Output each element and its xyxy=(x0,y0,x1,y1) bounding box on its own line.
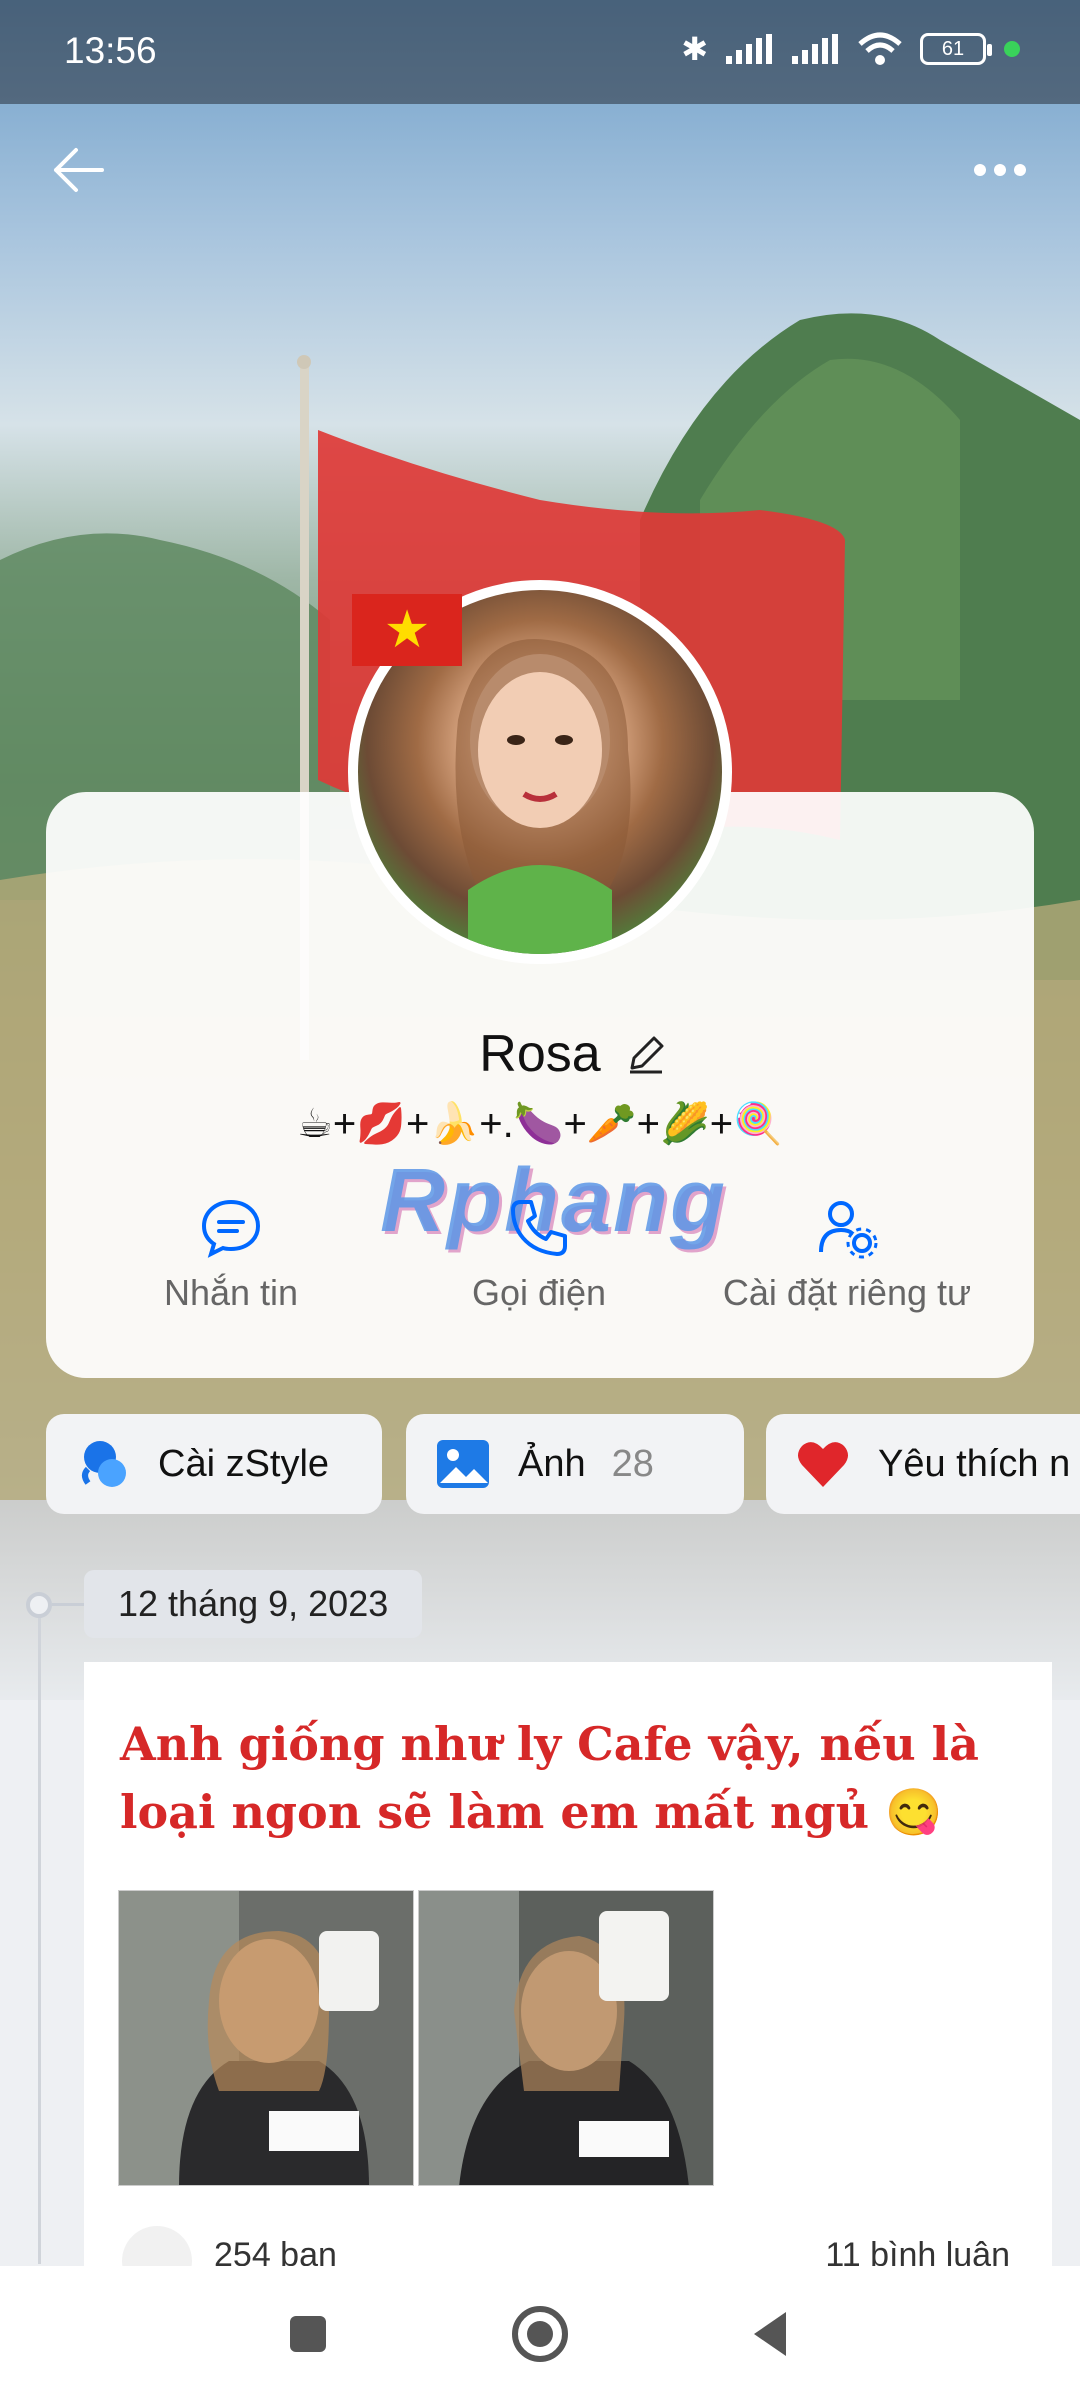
call-button[interactable]: Gọi điện xyxy=(374,1196,704,1314)
photos-chip[interactable]: Ảnh 28 xyxy=(406,1414,744,1514)
post-text: Anh giống như ly Cafe vậy, nếu là loại n… xyxy=(120,1717,979,1839)
favorites-chip[interactable]: Yêu thích n xyxy=(766,1414,1080,1514)
timeline-line xyxy=(38,1604,41,2264)
bluetooth-icon: ✱ xyxy=(681,31,708,67)
more-options-icon[interactable] xyxy=(970,150,1030,190)
timeline-node xyxy=(26,1592,52,1618)
user-settings-icon xyxy=(819,1201,878,1259)
status-icons: ✱ 61 xyxy=(681,30,1020,68)
status-time: 13:56 xyxy=(64,30,157,71)
photo-icon xyxy=(437,1440,489,1488)
zstyle-label: Cài zStyle xyxy=(158,1442,330,1485)
privacy-settings-button[interactable]: Cài đặt riêng tư xyxy=(682,1196,1012,1314)
status-bar: 13:56 ✱ 61 xyxy=(0,0,1080,104)
post-photo-2[interactable] xyxy=(418,1890,714,2186)
photos-label: Ảnh xyxy=(518,1442,586,1485)
message-button[interactable]: Nhắn tin xyxy=(66,1196,396,1314)
heart-icon xyxy=(798,1442,848,1487)
back-arrow-icon[interactable] xyxy=(48,140,108,200)
favorites-label: Yêu thích n xyxy=(878,1442,1071,1485)
battery-icon: 61 xyxy=(920,33,992,65)
zstyle-chip[interactable]: Cài zStyle xyxy=(46,1414,382,1514)
back-nav-icon[interactable] xyxy=(740,2302,804,2366)
signal-icon-2 xyxy=(792,34,838,64)
profile-bio: ☕+💋+🍌+.🍆+🥕+🌽+🍭 xyxy=(297,1102,783,1146)
zstyle-icon xyxy=(82,1441,126,1487)
call-label: Gọi điện xyxy=(471,1272,607,1313)
system-nav-bar xyxy=(0,2266,1080,2400)
edit-pencil-icon[interactable] xyxy=(624,1032,668,1076)
chat-bubble-icon xyxy=(201,1199,261,1258)
privacy-dot-icon xyxy=(1004,41,1020,57)
signal-icon xyxy=(726,34,772,64)
date-badge: 12 tháng 9, 2023 xyxy=(84,1570,423,1638)
recent-apps-icon[interactable] xyxy=(276,2302,340,2366)
profile-name[interactable]: Rosa xyxy=(0,1024,1080,1084)
message-label: Nhắn tin xyxy=(163,1272,299,1313)
photos-count: 28 xyxy=(611,1442,654,1485)
timeline-connector xyxy=(52,1603,84,1606)
vietnam-flag-icon: ★ xyxy=(352,594,462,666)
home-icon[interactable] xyxy=(508,2302,572,2366)
privacy-settings-label: Cài đặt riêng tư xyxy=(722,1272,972,1313)
phone-icon xyxy=(511,1200,567,1256)
post-photo-1[interactable] xyxy=(118,1890,414,2186)
wifi-icon xyxy=(858,32,902,65)
